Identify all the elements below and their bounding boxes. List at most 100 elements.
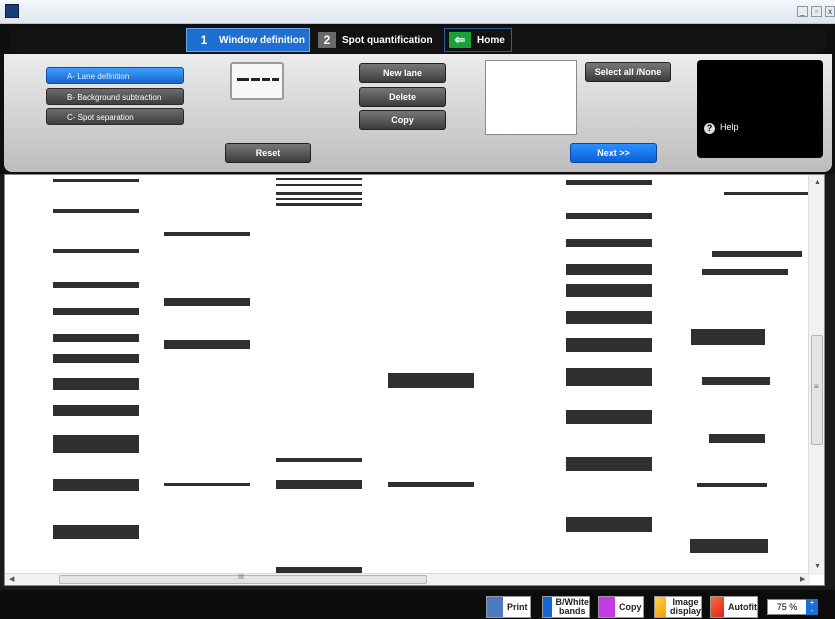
- gel-band: [276, 192, 362, 195]
- new-lane-button[interactable]: New lane: [359, 63, 446, 83]
- gel-band: [53, 249, 139, 253]
- zoom-level-field[interactable]: 75 %: [767, 599, 807, 615]
- gel-image-view[interactable]: ▲ ≡ ▼ ◀ III ▶: [4, 174, 825, 586]
- copy-lane-button[interactable]: Copy: [359, 110, 446, 130]
- app-icon: [5, 4, 19, 18]
- tab-label: Home: [477, 34, 505, 46]
- copy-image-button[interactable]: Copy: [598, 596, 644, 618]
- scroll-right-icon[interactable]: ▶: [800, 575, 805, 583]
- grip-icon: ≡: [814, 382, 819, 391]
- gel-band: [724, 192, 810, 195]
- next-button[interactable]: Next >>: [570, 143, 657, 163]
- gel-band: [566, 239, 652, 247]
- help-label[interactable]: Help: [720, 122, 739, 132]
- step-number: 2: [318, 32, 336, 48]
- gel-band: [53, 479, 139, 491]
- gel-band: [712, 251, 802, 257]
- gel-band: [53, 405, 139, 416]
- tab-home[interactable]: ⇐ Home: [444, 28, 512, 52]
- gel-band: [690, 539, 768, 553]
- gel-band: [53, 282, 139, 288]
- print-label: Print: [507, 601, 528, 612]
- gel-band: [276, 203, 362, 206]
- gel-band: [53, 378, 139, 390]
- gel-band: [53, 435, 139, 453]
- lane-preview: [485, 60, 577, 135]
- gel-band: [566, 213, 652, 219]
- gel-band: [164, 483, 250, 486]
- tab-spot-quantification[interactable]: 2 Spot quantification: [310, 28, 442, 52]
- tab-label: Spot quantification: [342, 34, 433, 46]
- vertical-scrollbar[interactable]: ▲ ≡ ▼: [808, 175, 824, 575]
- gel-band: [566, 180, 652, 185]
- autofit-button[interactable]: Autofit: [710, 596, 758, 618]
- delete-button[interactable]: Delete: [359, 87, 446, 107]
- bw-label-line2: bands: [558, 606, 586, 616]
- image-label-line2: display: [669, 606, 701, 616]
- gel-band: [566, 368, 652, 386]
- tab-label: Window definition: [219, 34, 306, 46]
- gel-band: [164, 298, 250, 306]
- back-arrow-icon: ⇐: [449, 32, 471, 48]
- gel-band: [566, 410, 652, 424]
- print-button[interactable]: Print: [486, 596, 531, 618]
- gel-band: [702, 377, 770, 385]
- bw-bands-button[interactable]: B/White bands: [542, 596, 590, 618]
- scroll-up-icon[interactable]: ▲: [814, 179, 821, 186]
- bw-icon: [543, 597, 552, 617]
- gel-band: [566, 264, 652, 275]
- gel-band: [276, 458, 362, 462]
- grip-icon: III: [238, 574, 244, 581]
- gel-band: [566, 517, 652, 532]
- gel-band: [388, 373, 474, 388]
- gel-band: [53, 525, 139, 539]
- gel-band: [276, 480, 362, 489]
- horizontal-scrollbar[interactable]: ◀ III ▶: [5, 573, 810, 585]
- image-display-button[interactable]: Image display: [654, 596, 702, 618]
- gel-band: [709, 434, 765, 443]
- select-all-button[interactable]: Select all /None: [585, 62, 671, 82]
- copy-icon: [599, 597, 615, 617]
- scroll-down-icon[interactable]: ▼: [814, 563, 821, 570]
- gel-band: [53, 308, 139, 315]
- title-bar: _ ▫ x: [0, 0, 835, 24]
- step-number: 1: [200, 33, 208, 47]
- gel-band: [53, 334, 139, 342]
- maximize-icon[interactable]: ▫: [811, 6, 822, 17]
- gel-band: [164, 340, 250, 349]
- minimize-icon[interactable]: _: [797, 6, 808, 17]
- application-window: _ ▫ x 1 Window definition 2 Spot quantif…: [0, 0, 835, 619]
- close-icon[interactable]: x: [825, 6, 835, 17]
- scroll-left-icon[interactable]: ◀: [9, 575, 14, 583]
- gel-thumbnail[interactable]: [230, 62, 284, 100]
- gel-band: [702, 269, 788, 275]
- horizontal-scroll-thumb[interactable]: III: [59, 574, 427, 584]
- copy-label: Copy: [619, 601, 642, 612]
- zoom-stepper[interactable]: + -: [806, 599, 818, 615]
- gel-band: [566, 457, 652, 471]
- mode-background-subtraction[interactable]: B- Background subtraction: [46, 88, 184, 105]
- gel-band: [53, 354, 139, 363]
- gel-band: [388, 482, 474, 487]
- mode-spot-separation[interactable]: C- Spot separation: [46, 108, 184, 125]
- gel-band: [276, 198, 362, 200]
- tab-window-definition[interactable]: 1 Window definition: [186, 28, 310, 52]
- help-panel: [697, 60, 823, 158]
- mode-lane-definition[interactable]: A- Lane definition: [46, 67, 184, 84]
- gel-band: [566, 338, 652, 352]
- gel-band: [691, 329, 765, 345]
- gel-image[interactable]: [5, 175, 810, 575]
- autofit-icon: [711, 597, 724, 617]
- gel-band: [164, 232, 250, 236]
- autofit-label: Autofit: [728, 601, 757, 612]
- vertical-scroll-thumb[interactable]: ≡: [811, 335, 823, 445]
- gel-band: [566, 284, 652, 297]
- printer-icon: [487, 597, 503, 617]
- image-display-icon: [655, 597, 666, 617]
- gel-band: [276, 178, 362, 180]
- help-icon[interactable]: ?: [704, 123, 715, 134]
- gel-band: [53, 179, 139, 182]
- gel-band: [566, 311, 652, 324]
- gel-band: [53, 209, 139, 213]
- reset-button[interactable]: Reset: [225, 143, 311, 163]
